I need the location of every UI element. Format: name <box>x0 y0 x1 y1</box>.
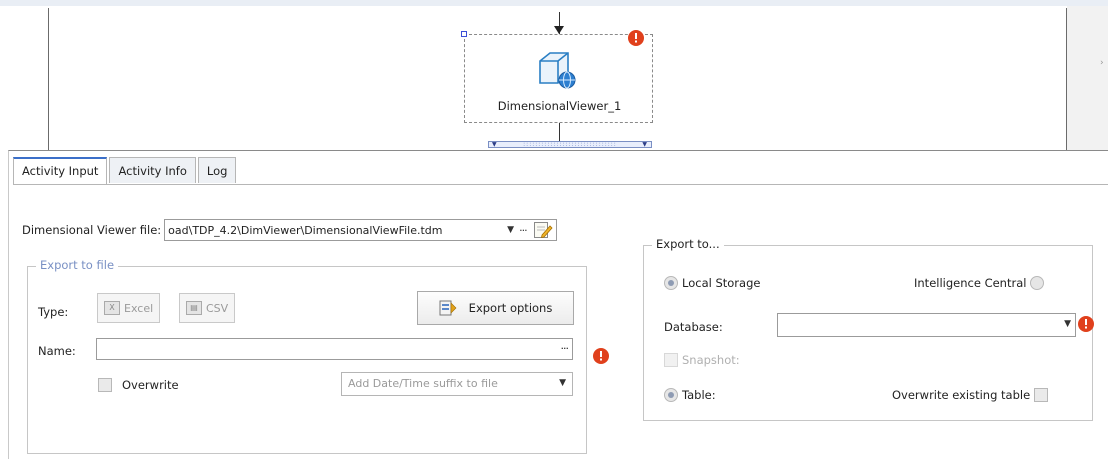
overwrite-checkbox[interactable] <box>98 378 112 392</box>
tab-activity-input[interactable]: Activity Input <box>13 157 108 185</box>
name-label: Name: <box>38 344 76 358</box>
database-select[interactable]: ▼ <box>777 313 1076 337</box>
tab-log[interactable]: Log <box>197 157 237 183</box>
export-options-button[interactable]: Export options <box>417 291 574 325</box>
table-option[interactable]: Table: <box>664 388 716 402</box>
dimensional-viewer-file-label: Dimensional Viewer file: <box>22 223 162 237</box>
workflow-canvas[interactable]: › DimensionalViewer_1 ▼ ::::::::::::::::… <box>0 0 1108 150</box>
outgoing-connector <box>559 123 560 141</box>
overwrite-row: Overwrite <box>98 378 179 392</box>
snapshot-label: Snapshot: <box>682 353 740 367</box>
type-csv-label: CSV <box>206 301 229 315</box>
database-label: Database: <box>664 320 723 334</box>
chevron-down-icon[interactable]: ▼ <box>507 225 519 235</box>
node-expander-bar[interactable]: ▼ ::::::::::::::::::::::::::::::: ▼ <box>488 141 652 148</box>
tab-divider <box>13 184 1108 185</box>
canvas-right-tick: › <box>1100 58 1104 68</box>
table-radio[interactable] <box>664 388 678 402</box>
export-options-label: Export options <box>468 301 553 315</box>
tab-activity-info[interactable]: Activity Info <box>109 157 196 183</box>
intelligence-central-label: Intelligence Central <box>914 276 1027 290</box>
cube-globe-icon <box>539 52 576 89</box>
canvas-top-edge <box>0 0 1108 6</box>
name-browse-button[interactable]: ··· <box>561 342 569 355</box>
table-label: Table: <box>682 388 716 402</box>
browse-button[interactable]: ··· <box>519 224 533 237</box>
canvas-left-border <box>48 8 49 150</box>
edit-file-icon[interactable] <box>533 221 553 239</box>
local-storage-radio[interactable] <box>664 276 678 290</box>
overwrite-existing-table-label: Overwrite existing table <box>892 388 1031 402</box>
error-icon <box>593 348 609 364</box>
properties-pane: Activity Input Activity Info Log Dimensi… <box>8 150 1108 459</box>
name-input[interactable]: ··· <box>96 338 573 360</box>
dimensional-viewer-file-field[interactable]: oad\TDP_4.2\DimViewer\DimensionalViewFil… <box>164 219 558 241</box>
date-time-suffix-select[interactable]: Add Date/Time suffix to file ▼ <box>341 372 573 396</box>
expander-left-arrow-icon[interactable]: ▼ <box>492 142 498 148</box>
incoming-connector-arrow <box>554 26 564 34</box>
chevron-down-icon[interactable]: ▼ <box>1064 319 1071 329</box>
chevron-down-icon[interactable]: ▼ <box>559 378 566 388</box>
error-icon <box>628 30 644 46</box>
csv-icon: ▤ <box>186 301 202 315</box>
tab-strip: Activity Input Activity Info Log <box>13 157 238 185</box>
intelligence-central-radio[interactable] <box>1030 276 1045 290</box>
date-time-suffix-placeholder: Add Date/Time suffix to file <box>348 377 498 390</box>
overwrite-existing-table-checkbox[interactable] <box>1034 388 1049 402</box>
node-resize-handle[interactable] <box>461 31 467 37</box>
type-label: Type: <box>38 305 69 319</box>
error-icon <box>1078 316 1094 332</box>
dimensional-viewer-file-value[interactable]: oad\TDP_4.2\DimViewer\DimensionalViewFil… <box>168 224 507 237</box>
dimensional-viewer-file-row: Dimensional Viewer file: oad\TDP_4.2\Dim… <box>22 219 558 241</box>
export-to-title: Export to... <box>652 237 724 251</box>
export-to-file-title: Export to file <box>36 258 119 272</box>
workflow-node-dimensional-viewer[interactable]: DimensionalViewer_1 <box>461 30 653 123</box>
export-to-group: Export to... Local Storage Intelligence … <box>643 237 1094 421</box>
node-label: DimensionalViewer_1 <box>497 99 622 113</box>
type-excel-button[interactable]: X Excel <box>97 293 161 323</box>
expander-dots: ::::::::::::::::::::::::::::::: <box>523 142 617 147</box>
expander-right-arrow-icon[interactable]: ▼ <box>642 142 648 148</box>
export-to-file-group: Export to file Type: X Excel ▤ CSV Expor… <box>27 258 587 454</box>
snapshot-option[interactable]: Snapshot: <box>664 353 740 367</box>
type-excel-label: Excel <box>124 301 154 315</box>
overwrite-existing-table-option[interactable]: Overwrite existing table <box>892 388 1049 402</box>
intelligence-central-option[interactable]: Intelligence Central <box>914 276 1045 290</box>
excel-icon: X <box>104 301 120 315</box>
overwrite-label: Overwrite <box>122 378 179 392</box>
export-options-icon <box>439 300 457 316</box>
type-csv-button[interactable]: ▤ CSV <box>179 293 236 323</box>
local-storage-option[interactable]: Local Storage <box>664 276 760 290</box>
local-storage-label: Local Storage <box>682 276 761 290</box>
canvas-right-margin <box>1067 6 1108 150</box>
snapshot-checkbox[interactable] <box>664 353 678 367</box>
